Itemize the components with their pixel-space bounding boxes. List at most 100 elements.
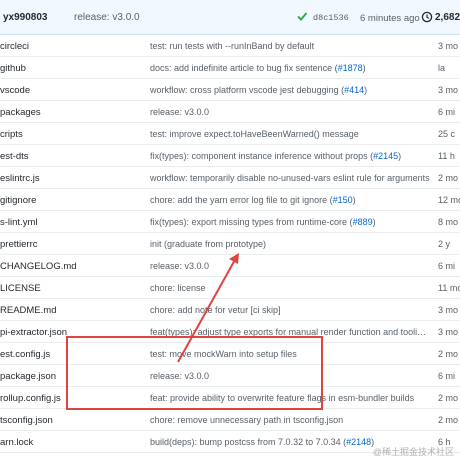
latest-commit-bar: yx990803 release: v3.0.0 d8c1536 6 minut…	[0, 0, 460, 35]
file-list: circleci test: run tests with --runInBand…	[0, 35, 460, 453]
file-name[interactable]: github	[0, 63, 26, 74]
issue-link[interactable]: #2145	[373, 151, 398, 161]
message-text[interactable]: chore: add note for vetur [ci skip]	[150, 305, 281, 315]
file-row[interactable]: LICENSE chore: license 11 mo	[0, 277, 460, 299]
file-row[interactable]: est-dts fix(types): component instance in…	[0, 145, 460, 167]
file-name[interactable]: circleci	[0, 41, 29, 52]
file-name[interactable]: README.md	[0, 305, 56, 316]
commit-message-link[interactable]: chore: remove unnecessary path in tsconf…	[150, 415, 343, 425]
message-suffix: )	[362, 63, 366, 73]
commit-message-link[interactable]: release: v3.0.0	[150, 107, 209, 117]
message-text[interactable]: init (graduate from prototype)	[150, 239, 266, 249]
watermark: @稀土掘金技术社区	[372, 447, 454, 457]
message-text[interactable]: feat(types): adjust type exports for man…	[150, 327, 426, 337]
file-row[interactable]: est.config.js test: move mockWarn into se…	[0, 343, 460, 365]
message-text[interactable]: workflow: temporarily disable no-unused-…	[150, 173, 430, 183]
file-name[interactable]: arn.lock	[0, 437, 33, 448]
file-age: 3 mo	[438, 305, 459, 315]
message-text[interactable]: workflow: cross platform vscode jest deb…	[150, 85, 344, 95]
message-suffix: )	[364, 85, 368, 95]
commit-message-link[interactable]: workflow: cross platform vscode jest deb…	[150, 85, 367, 95]
history-icon[interactable]	[421, 11, 433, 23]
issue-link[interactable]: #1878	[338, 63, 363, 73]
file-age: la	[438, 63, 446, 73]
message-text[interactable]: release: v3.0.0	[150, 371, 209, 381]
file-row[interactable]: README.md chore: add note for vetur [ci s…	[0, 299, 460, 321]
message-text[interactable]: build(deps): bump postcss from 7.0.32 to…	[150, 437, 346, 447]
message-text[interactable]: chore: remove unnecessary path in tsconf…	[150, 415, 343, 425]
commit-message-link[interactable]: docs: add indefinite article to bug fix …	[150, 63, 366, 73]
file-name[interactable]: s-lint.yml	[0, 217, 37, 228]
file-name[interactable]: rollup.config.js	[0, 393, 61, 404]
commit-message-link[interactable]: workflow: temporarily disable no-unused-…	[150, 173, 430, 183]
file-name[interactable]: tsconfig.json	[0, 415, 53, 426]
commit-message-link[interactable]: test: move mockWarn into setup files	[150, 349, 297, 359]
message-text[interactable]: fix(types): component instance inference…	[150, 151, 373, 161]
file-name[interactable]: packages	[0, 107, 41, 118]
file-name[interactable]: cripts	[0, 129, 23, 140]
message-text[interactable]: test: improve expect.toHaveBeenWarned() …	[150, 129, 359, 139]
file-name[interactable]: pi-extractor.json	[0, 327, 67, 338]
commit-sha[interactable]: d8c1536	[313, 13, 349, 23]
file-age: 3 mo	[438, 327, 459, 337]
file-row[interactable]: pi-extractor.json feat(types): adjust typ…	[0, 321, 460, 343]
commit-count[interactable]: 2,682	[435, 12, 460, 23]
message-text[interactable]: fix(types): export missing types from ru…	[150, 217, 353, 227]
file-name[interactable]: vscode	[0, 85, 30, 96]
issue-link[interactable]: #414	[344, 85, 364, 95]
file-age: 2 mo	[438, 173, 459, 183]
commit-message-link[interactable]: init (graduate from prototype)	[150, 239, 266, 249]
commit-message[interactable]: release: v3.0.0	[74, 12, 140, 23]
file-name[interactable]: est.config.js	[0, 349, 50, 360]
issue-link[interactable]: #889	[353, 217, 373, 227]
commit-message-link[interactable]: test: run tests with --runInBand by defa…	[150, 41, 314, 51]
file-age: 6 mi	[438, 371, 456, 381]
message-text[interactable]: chore: license	[150, 283, 206, 293]
commit-message-link[interactable]: feat(types): adjust type exports for man…	[150, 327, 426, 337]
message-text[interactable]: release: v3.0.0	[150, 107, 209, 117]
file-name[interactable]: gitignore	[0, 195, 36, 206]
commit-message-link[interactable]: fix(types): component instance inference…	[150, 151, 401, 161]
message-text[interactable]: chore: add the yarn error log file to gi…	[150, 195, 333, 205]
commit-message-link[interactable]: feat: provide ability to overwrite featu…	[150, 393, 414, 403]
commit-message-link[interactable]: release: v3.0.0	[150, 261, 209, 271]
file-name[interactable]: est-dts	[0, 151, 29, 162]
file-name[interactable]: LICENSE	[0, 283, 41, 294]
message-text[interactable]: docs: add indefinite article to bug fix …	[150, 63, 338, 73]
message-text[interactable]: test: run tests with --runInBand by defa…	[150, 41, 314, 51]
file-row[interactable]: github docs: add indefinite article to bu…	[0, 57, 460, 79]
file-row[interactable]: vscode workflow: cross platform vscode je…	[0, 79, 460, 101]
file-row[interactable]: s-lint.yml fix(types): export missing typ…	[0, 211, 460, 233]
file-row[interactable]: CHANGELOG.md release: v3.0.0 6 mi	[0, 255, 460, 277]
commit-message-link[interactable]: build(deps): bump postcss from 7.0.32 to…	[150, 437, 374, 447]
file-row[interactable]: rollup.config.js feat: provide ability to…	[0, 387, 460, 409]
file-name[interactable]: package.json	[0, 371, 56, 382]
commit-message-link[interactable]: chore: add note for vetur [ci skip]	[150, 305, 281, 315]
file-row[interactable]: package.json release: v3.0.0 6 mi	[0, 365, 460, 387]
file-row[interactable]: packages release: v3.0.0 6 mi	[0, 101, 460, 123]
file-row[interactable]: circleci test: run tests with --runInBand…	[0, 35, 460, 57]
file-name[interactable]: eslintrc.js	[0, 173, 40, 184]
message-text[interactable]: feat: provide ability to overwrite featu…	[150, 393, 414, 403]
message-suffix: )	[372, 217, 376, 227]
commit-message-link[interactable]: test: improve expect.toHaveBeenWarned() …	[150, 129, 359, 139]
file-name[interactable]: prettierrc	[0, 239, 37, 250]
commit-message-link[interactable]: fix(types): export missing types from ru…	[150, 217, 376, 227]
commit-message-link[interactable]: release: v3.0.0	[150, 371, 209, 381]
issue-link[interactable]: #150	[333, 195, 353, 205]
file-age: 2 mo	[438, 349, 459, 359]
issue-link[interactable]: #2148	[346, 437, 371, 447]
message-text[interactable]: test: move mockWarn into setup files	[150, 349, 297, 359]
commit-message-link[interactable]: chore: license	[150, 283, 206, 293]
file-row[interactable]: eslintrc.js workflow: temporarily disable…	[0, 167, 460, 189]
check-icon[interactable]	[296, 10, 308, 22]
file-name[interactable]: CHANGELOG.md	[0, 261, 77, 272]
message-text[interactable]: release: v3.0.0	[150, 261, 209, 271]
file-row[interactable]: prettierrc init (graduate from prototype)…	[0, 233, 460, 255]
commit-author[interactable]: yx990803	[3, 12, 48, 23]
file-row[interactable]: gitignore chore: add the yarn error log f…	[0, 189, 460, 211]
file-row[interactable]: tsconfig.json chore: remove unnecessary p…	[0, 409, 460, 431]
commit-message-link[interactable]: chore: add the yarn error log file to gi…	[150, 195, 356, 205]
file-row[interactable]: cripts test: improve expect.toHaveBeenWar…	[0, 123, 460, 145]
file-age: 11 h	[438, 151, 455, 161]
